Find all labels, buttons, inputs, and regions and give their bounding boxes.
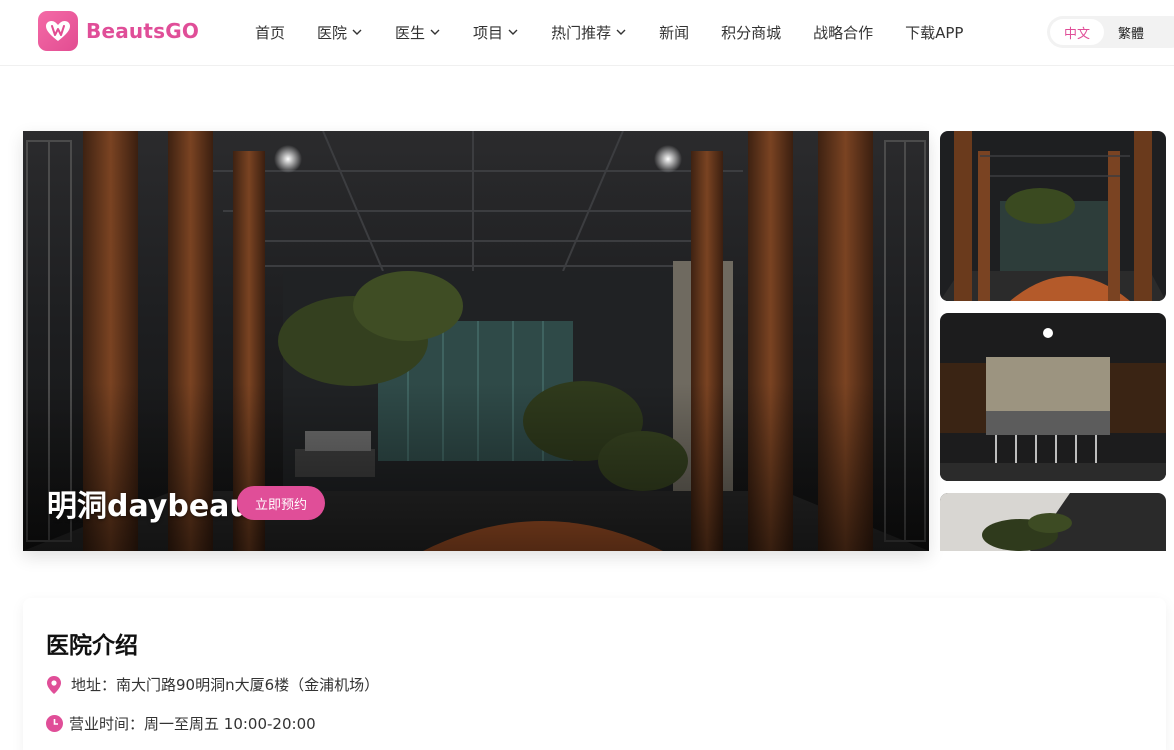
- gallery-thumb-2[interactable]: [940, 313, 1166, 481]
- nav-item-partnership[interactable]: 战略合作: [813, 22, 873, 43]
- nav-item-home[interactable]: 首页: [255, 22, 285, 43]
- nav-item-label: 下载APP: [905, 23, 964, 42]
- brand-logo[interactable]: BeautsGO: [38, 11, 199, 51]
- hero-banner: 明洞daybeau 立即预约: [23, 131, 929, 551]
- lobby-thumb-photo: [940, 131, 1166, 301]
- nav-item-label: 积分商城: [721, 23, 782, 42]
- lang-traditional-button[interactable]: 繁體: [1104, 19, 1158, 45]
- reception-thumb-photo: [940, 313, 1166, 481]
- nav-item-news[interactable]: 新闻: [659, 22, 689, 43]
- nav-item-hospital[interactable]: 医院: [317, 22, 363, 43]
- hours-text: 周一至周五 10:00-20:00: [144, 715, 316, 733]
- nav-item-project[interactable]: 项目: [473, 22, 519, 43]
- chevron-down-icon: [352, 29, 362, 35]
- nav-item-label: 新闻: [659, 23, 690, 42]
- site-header: BeautsGO 首页 医院 医生 项目 热门推荐 新闻 积分商城 战略合作 下…: [0, 0, 1174, 66]
- lang-simplified-button[interactable]: 中文: [1050, 19, 1105, 45]
- nav-item-download-app[interactable]: 下载APP: [905, 22, 963, 43]
- nav-item-points-mall[interactable]: 积分商城: [721, 22, 781, 43]
- nav-item-label: 战略合作: [813, 23, 874, 42]
- clock-icon: [45, 715, 63, 733]
- address-text: 南大门路90明洞n大厦6楼（金浦机场）: [116, 676, 380, 694]
- section-title: 医院介绍: [46, 633, 138, 659]
- nav-item-label: 项目: [473, 23, 504, 42]
- nav-item-label: 热门推荐: [551, 23, 612, 42]
- hours-label: 营业时间：: [69, 715, 145, 733]
- chevron-down-icon: [508, 29, 518, 35]
- hours-row: 营业时间： 周一至周五 10:00-20:00: [45, 713, 316, 734]
- map-pin-icon: [45, 675, 63, 694]
- nav-item-label: 首页: [255, 23, 286, 42]
- language-switch: 中文 繁體: [1047, 16, 1174, 48]
- nav-item-hot[interactable]: 热门推荐: [551, 22, 627, 43]
- address-label: 地址：: [71, 676, 117, 694]
- nav-item-label: 医院: [317, 23, 348, 42]
- chevron-down-icon: [430, 29, 440, 35]
- hospital-name: 明洞daybeau: [47, 489, 251, 524]
- nav-item-label: 医生: [395, 23, 426, 42]
- plant-corner-thumb-photo: [940, 493, 1166, 551]
- brand-name: BeautsGO: [86, 19, 200, 43]
- chevron-down-icon: [616, 29, 626, 35]
- book-now-button[interactable]: 立即预约: [237, 486, 325, 520]
- address-row: 地址： 南大门路90明洞n大厦6楼（金浦机场）: [45, 674, 379, 695]
- main-nav: 首页 医院 医生 项目 热门推荐 新闻 积分商城 战略合作 下载APP: [255, 0, 995, 64]
- heart-logo-icon: [38, 11, 78, 51]
- gallery-thumb-1[interactable]: [940, 131, 1166, 301]
- hospital-intro-card: 医院介绍 地址： 南大门路90明洞n大厦6楼（金浦机场） 营业时间： 周一至周五…: [23, 598, 1166, 750]
- nav-item-doctor[interactable]: 医生: [395, 22, 441, 43]
- gallery-thumb-3[interactable]: [940, 493, 1166, 551]
